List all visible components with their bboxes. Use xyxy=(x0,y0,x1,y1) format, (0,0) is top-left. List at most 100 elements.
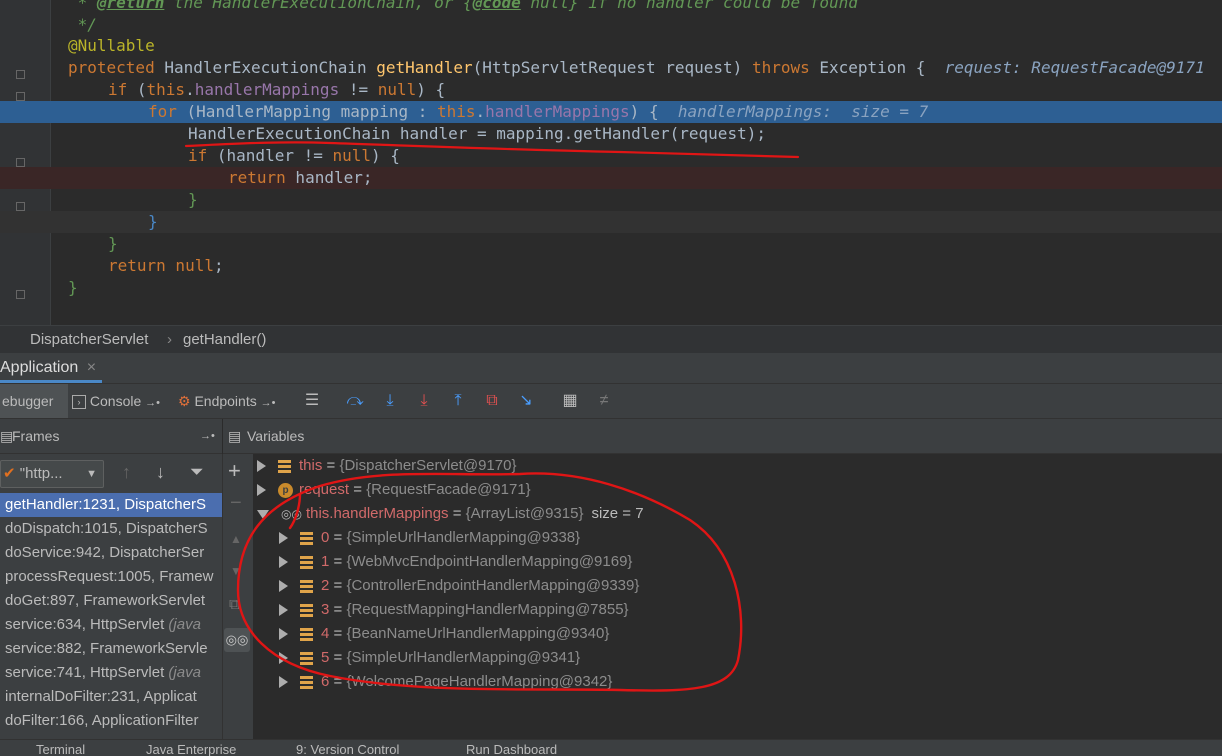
step-over-icon[interactable]: ⤓ xyxy=(380,391,400,411)
equals-sign: = xyxy=(349,481,367,498)
bottom-tab[interactable]: 9: Version Control xyxy=(296,742,399,756)
inline-debug-hint: request: RequestFacade@9171 xyxy=(925,58,1205,77)
stack-frame[interactable]: getHandler:1231, DispatcherS xyxy=(0,493,222,517)
bottom-tab[interactable]: Run Dashboard xyxy=(466,742,557,756)
expand-icon[interactable] xyxy=(279,652,288,665)
mapping-row[interactable]: 4 = {BeanNameUrlHandlerMapping@9340} xyxy=(279,622,609,646)
code-line: protected HandlerExecutionChain getHandl… xyxy=(68,58,1205,77)
variable-name: request xyxy=(299,481,350,498)
close-icon[interactable]: × xyxy=(87,359,96,376)
equals-sign: = xyxy=(329,673,347,690)
breadcrumb: DispatcherServlet › getHandler() xyxy=(0,325,1222,354)
tab-debugger[interactable]: ebugger xyxy=(0,384,68,418)
mapping-row[interactable]: 6 = {WelcomePageHandlerMapping@9342} xyxy=(279,670,612,694)
stack-frame[interactable]: internalDoFilter:231, Applicat xyxy=(0,685,222,709)
field-icon xyxy=(300,603,313,617)
mapping-value: {BeanNameUrlHandlerMapping@9340} xyxy=(346,625,610,642)
pin-icon[interactable]: →• xyxy=(145,397,160,409)
copy-icon[interactable]: ⧉ xyxy=(229,596,240,613)
expand-icon[interactable] xyxy=(279,604,288,617)
variable-value: {DispatcherServlet@9170} xyxy=(339,457,517,474)
mapping-row[interactable]: 1 = {WebMvcEndpointHandlerMapping@9169} xyxy=(279,550,632,574)
pin-icon[interactable]: →• xyxy=(200,419,215,453)
equals-sign: = xyxy=(329,625,347,642)
stack-frame[interactable]: doDispatch:1015, DispatcherS xyxy=(0,517,222,541)
stack-frame[interactable]: doFilter:166, ApplicationFilter xyxy=(0,709,222,733)
current-execution-line: for (HandlerMapping mapping : this.handl… xyxy=(0,101,1222,123)
mapping-row[interactable]: 0 = {SimpleUrlHandlerMapping@9338} xyxy=(279,526,580,550)
stack-frame-label: processRequest:1005, Framew xyxy=(5,568,214,585)
stack-frame[interactable]: service:882, FrameworkServle xyxy=(0,637,222,661)
mapping-row[interactable]: 2 = {ControllerEndpointHandlerMapping@93… xyxy=(279,574,639,598)
tab-application[interactable]: Application × xyxy=(0,353,103,383)
bottom-tool-bar: Terminal Java Enterprise 9: Version Contro… xyxy=(0,739,1222,756)
stack-frame[interactable]: doGet:897, FrameworkServlet xyxy=(0,589,222,613)
expand-icon[interactable] xyxy=(279,556,288,569)
next-frame-icon[interactable]: ↓ xyxy=(156,462,165,483)
code-line: } xyxy=(68,278,78,297)
drop-frame-icon[interactable]: ⧉ xyxy=(482,391,502,411)
code-line: } xyxy=(108,234,118,253)
show-execution-point-icon[interactable]: ⤼ xyxy=(345,391,365,411)
mapping-value: {WebMvcEndpointHandlerMapping@9169} xyxy=(346,553,633,570)
stack-frame[interactable]: service:634, HttpServlet (java xyxy=(0,613,222,637)
expand-icon[interactable] xyxy=(279,628,288,641)
variable-row[interactable]: ◎◎ this.handlerMappings = {ArrayList@9315… xyxy=(257,502,644,526)
code-editor[interactable]: * @return the HandlerExecutionChain, or … xyxy=(0,0,1222,325)
variable-name: this.handlerMappings xyxy=(305,505,449,522)
show-watches-icon[interactable]: ◎◎ xyxy=(224,628,250,652)
previous-frame-icon[interactable]: ↑ xyxy=(122,462,131,483)
stack-frame-label: internalDoFilter:231, Applicat xyxy=(5,688,197,705)
step-out-icon[interactable]: ⤒ xyxy=(448,391,468,411)
mapping-row[interactable]: 3 = {RequestMappingHandlerMapping@7855} xyxy=(279,598,629,622)
code-line: if (handler != null) { xyxy=(188,146,400,165)
mapping-row[interactable]: 5 = {SimpleUrlHandlerMapping@9341} xyxy=(279,646,580,670)
equals-sign: = xyxy=(329,529,347,546)
stack-frame[interactable]: service:741, HttpServlet (java xyxy=(0,661,222,685)
expand-icon[interactable] xyxy=(279,676,288,689)
field-icon xyxy=(300,627,313,641)
variable-row[interactable]: p request = {RequestFacade@9171} xyxy=(257,478,539,502)
variable-size: size = 7 xyxy=(591,505,644,522)
stack-frame[interactable]: processRequest:1005, Framew xyxy=(0,565,222,589)
code-line: HandlerExecutionChain handler = mapping.… xyxy=(188,124,766,143)
parameter-icon: p xyxy=(278,482,293,498)
tab-endpoints[interactable]: ⚙ Endpoints →• xyxy=(178,384,275,418)
watch-icon: ◎◎ xyxy=(281,507,302,521)
field-icon xyxy=(278,459,291,473)
step-into-icon[interactable]: ⤓ xyxy=(414,391,434,411)
run-to-cursor-icon[interactable]: ↘ xyxy=(516,391,536,411)
move-down-icon[interactable]: ▼ xyxy=(230,564,242,578)
stack-frame-label: service:634, HttpServlet xyxy=(5,616,169,633)
expand-icon[interactable] xyxy=(279,532,288,545)
variable-value: {ArrayList@9315} xyxy=(465,505,584,522)
stack-frame-source: (java xyxy=(168,664,201,681)
filter-icon[interactable]: ⏷ xyxy=(190,462,204,482)
remove-watch-icon[interactable]: − xyxy=(230,492,242,515)
bottom-tab[interactable]: Terminal xyxy=(36,742,85,756)
move-up-icon[interactable]: ▲ xyxy=(230,532,242,546)
variable-row[interactable]: this = {DispatcherServlet@9170} xyxy=(257,454,524,478)
restore-layout-icon[interactable]: ☰ xyxy=(302,391,322,411)
stack-frame[interactable]: doService:942, DispatcherSer xyxy=(0,541,222,565)
pin-icon[interactable]: →• xyxy=(261,397,276,409)
breadcrumb-method[interactable]: getHandler() xyxy=(183,326,266,354)
trace-icon[interactable]: ≠ xyxy=(594,391,614,411)
stack-frame-label: service:882, FrameworkServle xyxy=(5,640,208,657)
collapse-icon[interactable] xyxy=(257,509,269,519)
expand-icon[interactable] xyxy=(257,460,266,473)
debugger-toolbar: ebugger › Console →• ⚙ Endpoints →• ☰ ⤼ … xyxy=(0,384,1222,419)
expand-icon[interactable] xyxy=(257,484,266,497)
chevron-down-icon: ▼ xyxy=(86,468,97,480)
bottom-tab[interactable]: Java Enterprise xyxy=(146,742,236,756)
breadcrumb-class[interactable]: DispatcherServlet xyxy=(30,326,148,354)
tab-console[interactable]: › Console →• xyxy=(72,384,160,418)
variable-value: {RequestFacade@9171} xyxy=(366,481,531,498)
variables-tree: this = {DispatcherServlet@9170} p request … xyxy=(253,454,1222,739)
evaluate-expression-icon[interactable]: ▦ xyxy=(560,391,580,411)
variables-side-toolbar: + − ▲ ▼ ⧉ ◎◎ xyxy=(222,454,254,739)
expand-icon[interactable] xyxy=(279,580,288,593)
add-watch-icon[interactable]: + xyxy=(228,458,241,484)
thread-selector[interactable]: ✔ "http... ▼ xyxy=(0,460,104,488)
frames-title: Frames xyxy=(12,428,60,444)
